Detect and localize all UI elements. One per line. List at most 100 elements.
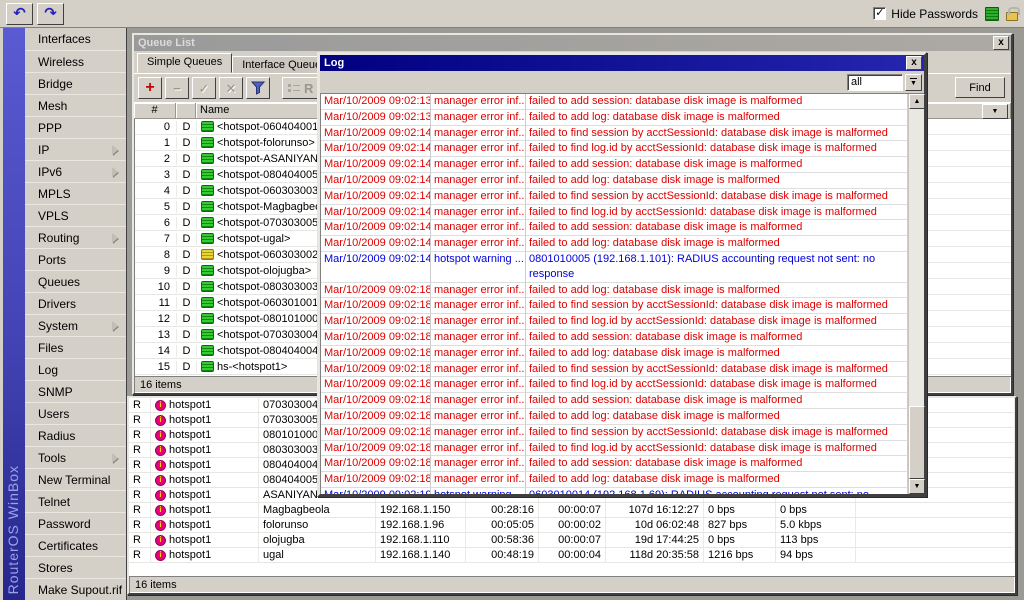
log-row[interactable]: Mar/10/2009 09:02:18 manager error inf...… [321,393,908,409]
find-button[interactable]: Find [955,77,1005,98]
hide-passwords-checkbox[interactable]: ✓ Hide Passwords [873,7,978,21]
log-row[interactable]: Mar/10/2009 09:02:18 manager error inf...… [321,298,908,315]
active-flag: R [129,398,151,412]
log-row[interactable]: Mar/10/2009 09:02:14 manager error inf...… [321,141,908,158]
sidebar-item-stores[interactable]: Stores [25,556,126,578]
close-icon: x [911,57,917,68]
log-row[interactable]: Mar/10/2009 09:02:18 manager error inf...… [321,361,908,378]
enable-queue-button[interactable]: ✓ [192,77,216,99]
log-topics: hotspot warning ... [431,487,526,494]
sidebar-item-mpls[interactable]: MPLS [25,182,126,204]
redo-button[interactable]: ↷ [37,2,64,25]
remove-queue-button[interactable]: − [165,77,189,99]
filter-button[interactable] [246,77,270,99]
undo-button[interactable]: ↶ [6,2,33,25]
log-row[interactable]: Mar/10/2009 09:02:13 manager error inf...… [321,109,908,126]
log-row[interactable]: Mar/10/2009 09:02:18 manager error inf...… [321,408,908,425]
sidebar-item-interfaces[interactable]: Interfaces [25,28,126,50]
log-row[interactable]: Mar/10/2009 09:02:18 manager error inf...… [321,472,908,488]
sidebar-item-queues[interactable]: Queues [25,270,126,292]
log-time: Mar/10/2009 09:02:18 [321,472,431,488]
log-filter-drop-button[interactable]: ▼ [905,73,922,91]
log-row[interactable]: Mar/10/2009 09:02:18 manager error inf...… [321,440,908,457]
active-user-row[interactable]: Ri hotspot1 Magbagbeola 192.168.1.150 00:28:… [129,503,1015,518]
queue-icon [201,361,214,372]
sidebar-item-system[interactable]: System [25,314,126,336]
log-row[interactable]: Mar/10/2009 09:02:19hotspot warning ...0… [321,487,908,494]
sidebar-item-label: Make Supout.rif [38,582,123,597]
log-row[interactable]: Mar/10/2009 09:02:14 hotspot warning ... 0… [321,251,908,283]
sidebar-item-vpls[interactable]: VPLS [25,204,126,226]
log-row[interactable]: Mar/10/2009 09:02:14 manager error inf...… [321,204,908,221]
sidebar-item-bridge[interactable]: Bridge [25,72,126,94]
column-select-button[interactable]: ▼ [982,104,1008,119]
sidebar-item-ip[interactable]: IP [25,138,126,160]
sidebar-item-log[interactable]: Log [25,358,126,380]
sidebar-item-label: System [38,318,79,333]
log-message: failed to find log.id by acctSessionId: … [526,377,908,394]
log-message: 0603010014 (192.168.1.69): RADIUS accoun… [526,487,908,494]
log-scrollbar[interactable]: ▲ ▼ [908,94,925,494]
active-user-row[interactable]: Ri hotspot1 olojugba 192.168.1.110 00:58:36 0… [129,533,1015,548]
sidebar-item-label: Wireless [38,54,85,69]
column-header-flags[interactable] [176,103,196,119]
queue-row-flag: D [177,360,197,373]
sidebar-item-routing[interactable]: Routing [25,226,126,248]
queue-list-close-button[interactable]: x [993,36,1009,50]
active-user-row[interactable]: Ri hotspot1 folorunso 192.168.1.96 00:05:05 0… [129,518,1015,533]
log-message: failed to add log: database disk image i… [526,236,908,252]
scroll-down-button[interactable]: ▼ [909,479,925,494]
log-filter-select[interactable]: all [847,73,903,91]
log-time: Mar/10/2009 09:02:14 [321,236,431,252]
log-row[interactable]: Mar/10/2009 09:02:14 manager error inf...… [321,188,908,205]
queue-row-number: 8 [135,248,177,261]
hotspot-items-count: 16 items [135,578,177,591]
log-titlebar[interactable]: Log x [320,55,924,71]
log-row[interactable]: Mar/10/2009 09:02:18 manager error inf...… [321,314,908,330]
tab-simple-queues[interactable]: Simple Queues [137,53,233,73]
log-row[interactable]: Mar/10/2009 09:02:14 manager error inf...… [321,236,908,252]
sidebar-item-tools[interactable]: Tools [25,446,126,468]
sidebar-item-ports[interactable]: Ports [25,248,126,270]
active-rx-rate: 0 bps [704,503,776,517]
sidebar-item-ipv6[interactable]: IPv6 [25,160,126,182]
active-user-row[interactable]: Ri hotspot1 ugal 192.168.1.140 00:48:19 00:00… [129,548,1015,563]
hotspot-user-icon: i [155,399,166,411]
sidebar-item-new-terminal[interactable]: New Terminal [25,468,126,490]
sidebar-item-make-supout-rif[interactable]: Make Supout.rif [25,578,126,600]
log-row[interactable]: Mar/10/2009 09:02:18 manager error inf...… [321,424,908,441]
sidebar-item-password[interactable]: Password [25,512,126,534]
log-topics: manager error inf... [431,282,526,299]
sidebar-item-wireless[interactable]: Wireless [25,50,126,72]
log-row[interactable]: Mar/10/2009 09:02:13 manager error inf...… [321,94,908,110]
log-close-button[interactable]: x [906,56,922,70]
queue-list-titlebar[interactable]: Queue List x [134,35,1011,51]
scroll-up-button[interactable]: ▲ [909,94,925,109]
column-header-number[interactable]: # [134,103,176,119]
sidebar-item-snmp[interactable]: SNMP [25,380,126,402]
log-row[interactable]: Mar/10/2009 09:02:14 manager error inf...… [321,220,908,237]
active-server-name: hotspot1 [169,429,212,441]
log-message: 0801010005 (192.168.1.101): RADIUS accou… [526,251,908,283]
log-row[interactable]: Mar/10/2009 09:02:18 manager error inf...… [321,377,908,394]
log-row[interactable]: Mar/10/2009 09:02:18 manager error inf...… [321,345,908,362]
disable-queue-button[interactable]: ✕ [219,77,243,99]
sidebar-item-label: Certificates [38,538,99,553]
sidebar-item-drivers[interactable]: Drivers [25,292,126,314]
sidebar-item-certificates[interactable]: Certificates [25,534,126,556]
log-row[interactable]: Mar/10/2009 09:02:18 manager error inf...… [321,329,908,346]
sidebar-item-files[interactable]: Files [25,336,126,358]
scrollbar-thumb[interactable] [909,406,925,479]
sidebar-item-ppp[interactable]: PPP [25,116,126,138]
log-row[interactable]: Mar/10/2009 09:02:14 manager error inf...… [321,157,908,173]
log-row[interactable]: Mar/10/2009 09:02:14 manager error inf...… [321,125,908,142]
add-queue-button[interactable]: + [138,77,162,99]
sidebar-item-radius[interactable]: Radius [25,424,126,446]
log-row[interactable]: Mar/10/2009 09:02:18 manager error inf...… [321,282,908,299]
sidebar-item-users[interactable]: Users [25,402,126,424]
log-row[interactable]: Mar/10/2009 09:02:18 manager error inf...… [321,456,908,473]
sidebar-item-telnet[interactable]: Telnet [25,490,126,512]
sidebar-item-mesh[interactable]: Mesh [25,94,126,116]
log-row[interactable]: Mar/10/2009 09:02:14 manager error inf...… [321,172,908,189]
active-idle-time: 00:00:07 [539,503,606,517]
